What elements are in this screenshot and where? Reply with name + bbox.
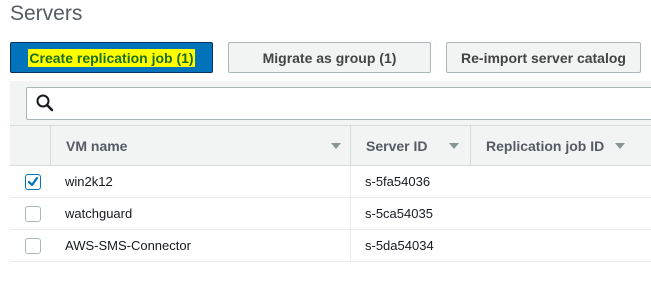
column-header-label: VM name xyxy=(66,138,128,154)
page-title: Servers xyxy=(10,2,83,25)
table-header: VM name Server ID Replication job ID xyxy=(10,125,651,166)
caret-down-icon[interactable] xyxy=(331,143,341,149)
row-checkbox[interactable] xyxy=(25,238,41,254)
select-column-header xyxy=(10,126,50,166)
caret-down-icon[interactable] xyxy=(449,143,459,149)
table-row[interactable]: win2k12 s-5fa54036 xyxy=(10,166,651,198)
column-header-server-id[interactable]: Server ID xyxy=(350,126,470,166)
migrate-as-group-button[interactable]: Migrate as group (1) xyxy=(228,42,431,73)
vm-name-cell: AWS-SMS-Connector xyxy=(65,238,191,253)
server-id-cell: s-5fa54036 xyxy=(365,174,431,189)
server-id-cell: s-5ca54035 xyxy=(365,206,433,221)
row-checkbox[interactable] xyxy=(25,206,41,222)
vm-name-cell: win2k12 xyxy=(65,174,113,189)
create-replication-job-label: Create replication job (1) xyxy=(28,48,195,67)
checkmark-icon xyxy=(27,176,39,187)
table-row[interactable]: watchguard s-5ca54035 xyxy=(10,198,651,230)
search-icon xyxy=(36,94,54,112)
table-row[interactable]: AWS-SMS-Connector s-5da54034 xyxy=(10,230,651,262)
column-header-vm-name[interactable]: VM name xyxy=(50,126,350,166)
search-input[interactable] xyxy=(26,87,651,120)
create-replication-job-button[interactable]: Create replication job (1) xyxy=(10,42,213,73)
column-header-replication-job-id[interactable]: Replication job ID xyxy=(470,126,651,166)
caret-down-icon[interactable] xyxy=(615,143,625,149)
column-header-label: Replication job ID xyxy=(486,138,605,154)
reimport-server-catalog-button[interactable]: Re-import server catalog xyxy=(446,42,641,73)
vm-name-cell: watchguard xyxy=(65,206,133,221)
row-checkbox[interactable] xyxy=(25,174,41,190)
column-header-label: Server ID xyxy=(366,138,428,154)
server-id-cell: s-5da54034 xyxy=(365,238,434,253)
